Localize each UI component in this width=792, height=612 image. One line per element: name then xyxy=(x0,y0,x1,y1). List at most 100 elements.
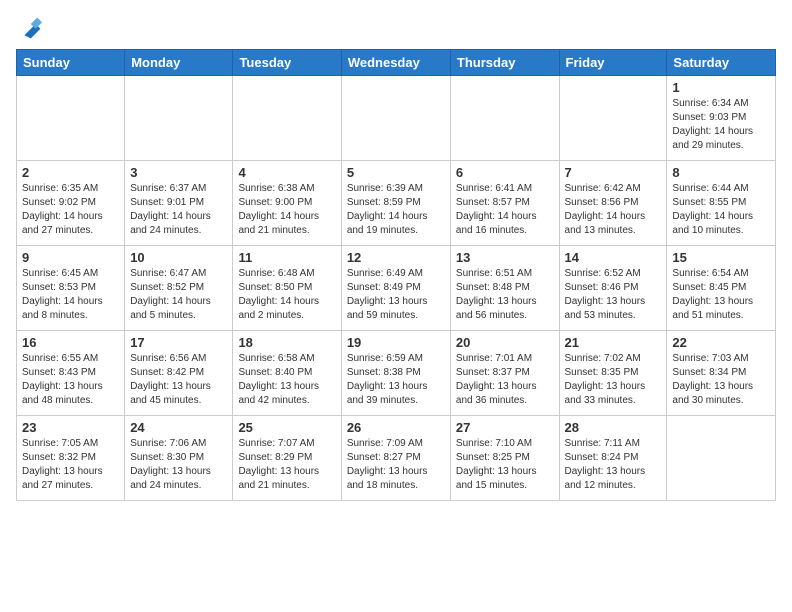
day-info: Sunrise: 6:44 AM Sunset: 8:55 PM Dayligh… xyxy=(672,182,770,238)
day-number: 24 xyxy=(130,420,227,435)
day-info: Sunrise: 6:59 AM Sunset: 8:38 PM Dayligh… xyxy=(347,352,445,408)
week-row-3: 16 Sunrise: 6:55 AM Sunset: 8:43 PM Dayli… xyxy=(17,331,776,416)
calendar-cell: 28Sunrise: 7:11 AM Sunset: 8:24 PM Dayli… xyxy=(559,416,667,501)
day-number: 25 xyxy=(238,420,335,435)
calendar-cell: 7 Sunrise: 6:42 AM Sunset: 8:56 PM Daylig… xyxy=(559,161,667,246)
calendar-cell: 9 Sunrise: 6:45 AM Sunset: 8:53 PM Daylig… xyxy=(17,246,125,331)
day-info: Sunrise: 6:37 AM Sunset: 9:01 PM Dayligh… xyxy=(130,182,227,238)
day-info: Sunrise: 7:07 AM Sunset: 8:29 PM Dayligh… xyxy=(238,437,335,493)
day-info: Sunrise: 6:48 AM Sunset: 8:50 PM Dayligh… xyxy=(238,267,335,323)
day-info: Sunrise: 7:01 AM Sunset: 8:37 PM Dayligh… xyxy=(456,352,554,408)
day-info: Sunrise: 6:38 AM Sunset: 9:00 PM Dayligh… xyxy=(238,182,335,238)
week-row-0: 1 Sunrise: 6:34 AM Sunset: 9:03 PM Daylig… xyxy=(17,76,776,161)
day-info: Sunrise: 6:35 AM Sunset: 9:02 PM Dayligh… xyxy=(22,182,119,238)
day-number: 16 xyxy=(22,335,119,350)
day-number: 4 xyxy=(238,165,335,180)
day-info: Sunrise: 6:55 AM Sunset: 8:43 PM Dayligh… xyxy=(22,352,119,408)
weekday-header-sunday: Sunday xyxy=(17,50,125,76)
calendar-cell: 5 Sunrise: 6:39 AM Sunset: 8:59 PM Daylig… xyxy=(341,161,450,246)
calendar-cell: 13 Sunrise: 6:51 AM Sunset: 8:48 PM Dayli… xyxy=(450,246,559,331)
day-number: 14 xyxy=(565,250,662,265)
day-info: Sunrise: 6:49 AM Sunset: 8:49 PM Dayligh… xyxy=(347,267,445,323)
day-info: Sunrise: 7:06 AM Sunset: 8:30 PM Dayligh… xyxy=(130,437,227,493)
day-number: 23 xyxy=(22,420,119,435)
calendar-cell: 2 Sunrise: 6:35 AM Sunset: 9:02 PM Daylig… xyxy=(17,161,125,246)
day-info: Sunrise: 6:56 AM Sunset: 8:42 PM Dayligh… xyxy=(130,352,227,408)
day-number: 8 xyxy=(672,165,770,180)
day-info: Sunrise: 6:47 AM Sunset: 8:52 PM Dayligh… xyxy=(130,267,227,323)
day-info: Sunrise: 7:10 AM Sunset: 8:25 PM Dayligh… xyxy=(456,437,554,493)
calendar-cell: 19 Sunrise: 6:59 AM Sunset: 8:38 PM Dayli… xyxy=(341,331,450,416)
calendar-cell xyxy=(125,76,233,161)
calendar-cell xyxy=(450,76,559,161)
day-number: 9 xyxy=(22,250,119,265)
day-number: 2 xyxy=(22,165,119,180)
day-info: Sunrise: 6:34 AM Sunset: 9:03 PM Dayligh… xyxy=(672,97,770,153)
week-row-1: 2 Sunrise: 6:35 AM Sunset: 9:02 PM Daylig… xyxy=(17,161,776,246)
day-number: 3 xyxy=(130,165,227,180)
week-row-2: 9 Sunrise: 6:45 AM Sunset: 8:53 PM Daylig… xyxy=(17,246,776,331)
day-number: 22 xyxy=(672,335,770,350)
day-info: Sunrise: 6:51 AM Sunset: 8:48 PM Dayligh… xyxy=(456,267,554,323)
calendar-cell: 3 Sunrise: 6:37 AM Sunset: 9:01 PM Daylig… xyxy=(125,161,233,246)
calendar-cell xyxy=(17,76,125,161)
calendar-cell: 23 Sunrise: 7:05 AM Sunset: 8:32 PM Dayli… xyxy=(17,416,125,501)
calendar-cell xyxy=(233,76,341,161)
logo xyxy=(16,16,42,45)
day-number: 21 xyxy=(565,335,662,350)
day-info: Sunrise: 7:09 AM Sunset: 8:27 PM Dayligh… xyxy=(347,437,445,493)
day-info: Sunrise: 6:39 AM Sunset: 8:59 PM Dayligh… xyxy=(347,182,445,238)
day-info: Sunrise: 6:45 AM Sunset: 8:53 PM Dayligh… xyxy=(22,267,119,323)
calendar-cell: 11Sunrise: 6:48 AM Sunset: 8:50 PM Dayli… xyxy=(233,246,341,331)
day-number: 5 xyxy=(347,165,445,180)
calendar-cell: 22 Sunrise: 7:03 AM Sunset: 8:34 PM Dayli… xyxy=(667,331,776,416)
day-number: 27 xyxy=(456,420,554,435)
weekday-header-thursday: Thursday xyxy=(450,50,559,76)
calendar-cell: 27 Sunrise: 7:10 AM Sunset: 8:25 PM Dayli… xyxy=(450,416,559,501)
calendar-cell: 14 Sunrise: 6:52 AM Sunset: 8:46 PM Dayli… xyxy=(559,246,667,331)
day-info: Sunrise: 6:41 AM Sunset: 8:57 PM Dayligh… xyxy=(456,182,554,238)
calendar-cell: 8 Sunrise: 6:44 AM Sunset: 8:55 PM Daylig… xyxy=(667,161,776,246)
calendar-table: SundayMondayTuesdayWednesdayThursdayFrid… xyxy=(16,49,776,501)
calendar-cell xyxy=(559,76,667,161)
day-number: 6 xyxy=(456,165,554,180)
weekday-header-saturday: Saturday xyxy=(667,50,776,76)
calendar-cell: 20 Sunrise: 7:01 AM Sunset: 8:37 PM Dayli… xyxy=(450,331,559,416)
day-number: 10 xyxy=(130,250,227,265)
calendar-cell: 18 Sunrise: 6:58 AM Sunset: 8:40 PM Dayli… xyxy=(233,331,341,416)
calendar-cell: 12 Sunrise: 6:49 AM Sunset: 8:49 PM Dayli… xyxy=(341,246,450,331)
day-number: 1 xyxy=(672,80,770,95)
day-number: 7 xyxy=(565,165,662,180)
calendar-cell: 6 Sunrise: 6:41 AM Sunset: 8:57 PM Daylig… xyxy=(450,161,559,246)
day-number: 19 xyxy=(347,335,445,350)
day-number: 18 xyxy=(238,335,335,350)
weekday-header-monday: Monday xyxy=(125,50,233,76)
weekday-header-friday: Friday xyxy=(559,50,667,76)
day-number: 15 xyxy=(672,250,770,265)
day-number: 28 xyxy=(565,420,662,435)
day-number: 20 xyxy=(456,335,554,350)
day-number: 17 xyxy=(130,335,227,350)
calendar-cell: 4 Sunrise: 6:38 AM Sunset: 9:00 PM Daylig… xyxy=(233,161,341,246)
day-info: Sunrise: 6:58 AM Sunset: 8:40 PM Dayligh… xyxy=(238,352,335,408)
calendar-cell xyxy=(341,76,450,161)
calendar-cell: 1 Sunrise: 6:34 AM Sunset: 9:03 PM Daylig… xyxy=(667,76,776,161)
calendar-cell: 16 Sunrise: 6:55 AM Sunset: 8:43 PM Dayli… xyxy=(17,331,125,416)
calendar-cell: 21 Sunrise: 7:02 AM Sunset: 8:35 PM Dayli… xyxy=(559,331,667,416)
day-number: 26 xyxy=(347,420,445,435)
day-info: Sunrise: 6:52 AM Sunset: 8:46 PM Dayligh… xyxy=(565,267,662,323)
weekday-header-tuesday: Tuesday xyxy=(233,50,341,76)
calendar-cell: 24 Sunrise: 7:06 AM Sunset: 8:30 PM Dayli… xyxy=(125,416,233,501)
calendar-cell: 26 Sunrise: 7:09 AM Sunset: 8:27 PM Dayli… xyxy=(341,416,450,501)
calendar-cell: 15 Sunrise: 6:54 AM Sunset: 8:45 PM Dayli… xyxy=(667,246,776,331)
day-info: Sunrise: 6:42 AM Sunset: 8:56 PM Dayligh… xyxy=(565,182,662,238)
calendar-cell xyxy=(667,416,776,501)
day-info: Sunrise: 6:54 AM Sunset: 8:45 PM Dayligh… xyxy=(672,267,770,323)
logo-icon xyxy=(18,16,42,40)
day-number: 12 xyxy=(347,250,445,265)
day-info: Sunrise: 7:03 AM Sunset: 8:34 PM Dayligh… xyxy=(672,352,770,408)
day-number: 13 xyxy=(456,250,554,265)
day-info: Sunrise: 7:02 AM Sunset: 8:35 PM Dayligh… xyxy=(565,352,662,408)
calendar-cell: 17 Sunrise: 6:56 AM Sunset: 8:42 PM Dayli… xyxy=(125,331,233,416)
day-info: Sunrise: 7:05 AM Sunset: 8:32 PM Dayligh… xyxy=(22,437,119,493)
